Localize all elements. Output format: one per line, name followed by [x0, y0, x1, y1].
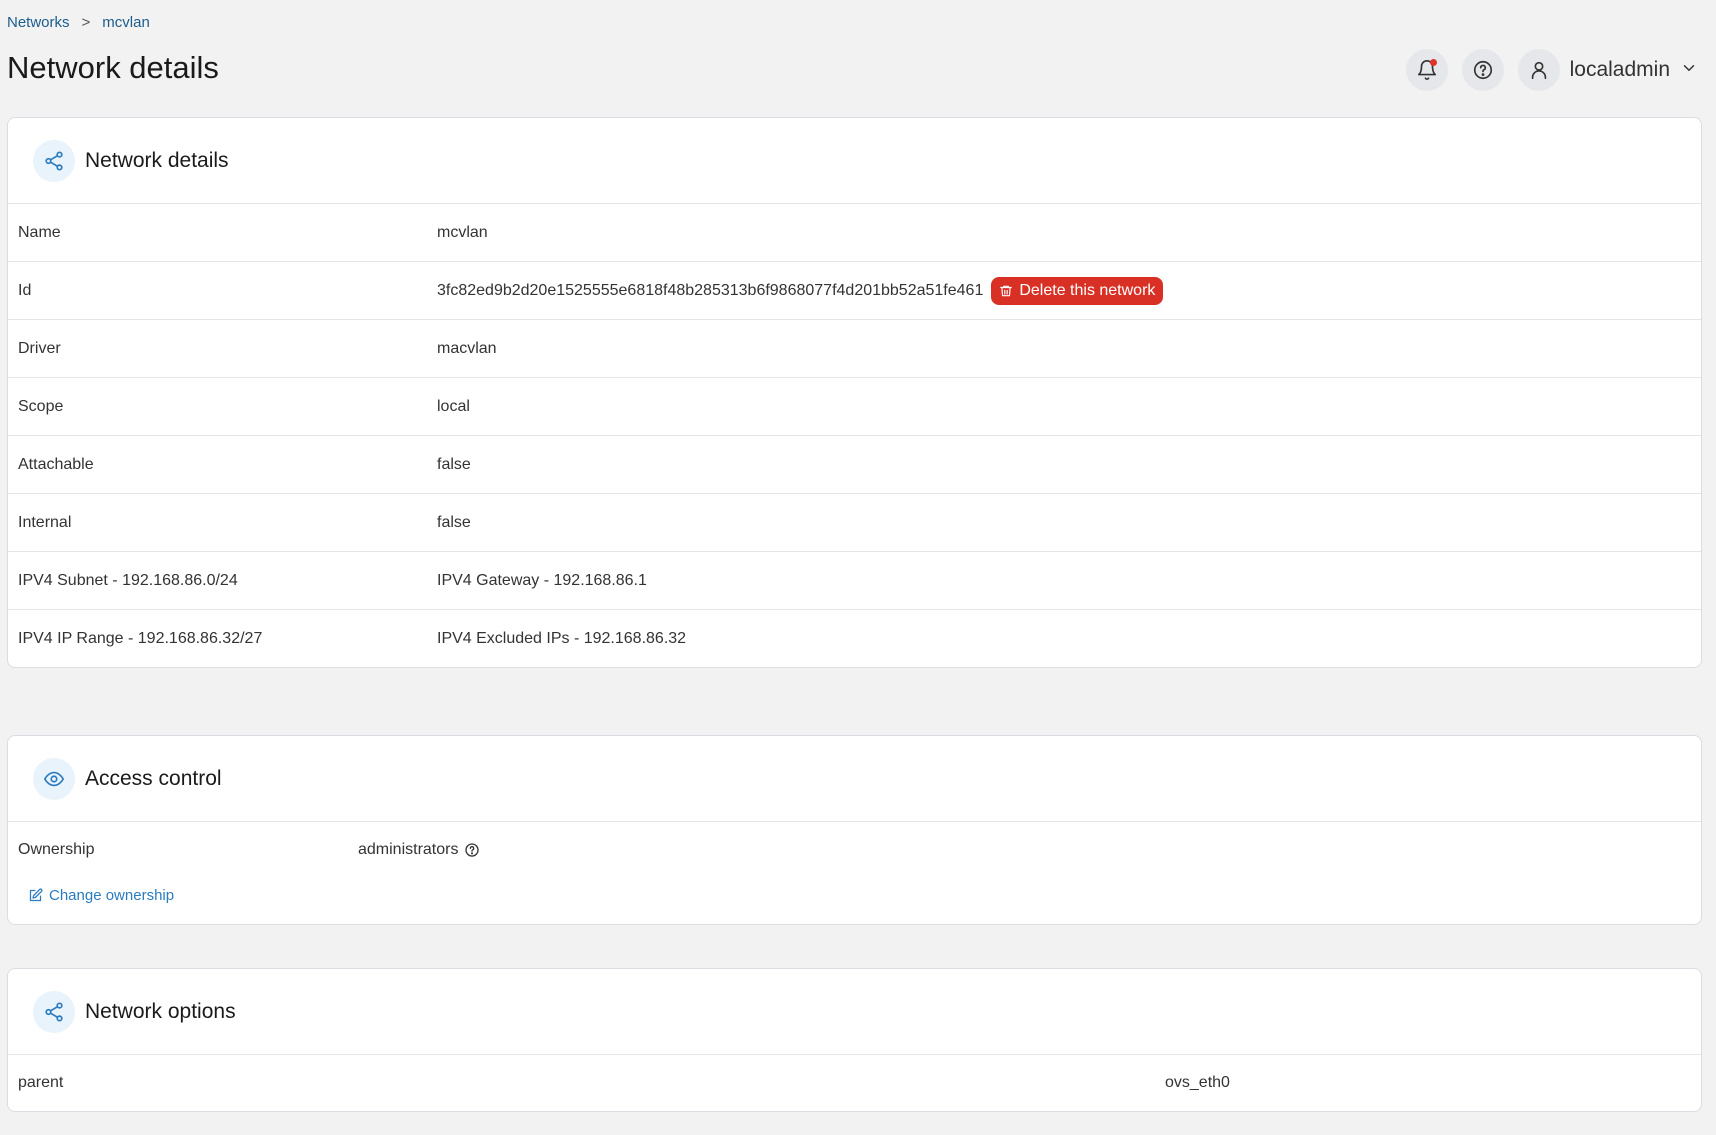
network-id-value: 3fc82ed9b2d20e1525555e6818f48b285313b6f9… — [437, 281, 984, 299]
ownership-value: administrators — [358, 841, 459, 858]
page-title: Network details — [7, 50, 219, 85]
change-ownership-link[interactable]: Change ownership — [28, 878, 1701, 912]
detail-row-ip-range: IPV4 IP Range - 192.168.86.32/27 IPV4 Ex… — [8, 610, 1701, 667]
detail-value: local — [437, 397, 470, 415]
help-icon[interactable] — [464, 842, 480, 858]
card-header: Network details — [8, 118, 1701, 204]
access-control-card: Access control Ownership administrators … — [7, 735, 1702, 925]
eye-icon — [44, 771, 64, 786]
username: localadmin — [1569, 58, 1670, 81]
option-row-parent: parent ovs_eth0 — [8, 1055, 1701, 1111]
detail-row-driver: Driver macvlan — [8, 320, 1701, 378]
detail-row-name: Name mcvlan — [8, 204, 1701, 262]
avatar — [1517, 49, 1560, 91]
detail-value: IPV4 Gateway - 192.168.86.1 — [437, 571, 647, 589]
detail-value: mcvlan — [437, 223, 488, 241]
card-header: Network options — [8, 969, 1701, 1055]
detail-value: false — [437, 455, 471, 473]
detail-value-wrap: 3fc82ed9b2d20e1525555e6818f48b285313b6f9… — [437, 276, 1164, 305]
user-menu[interactable]: localadmin — [1517, 49, 1698, 91]
detail-row-attachable: Attachable false — [8, 436, 1701, 494]
card-icon-wrap — [33, 757, 75, 800]
detail-value: macvlan — [437, 339, 497, 357]
breadcrumb-networks-link[interactable]: Networks — [7, 14, 70, 31]
detail-label: Id — [18, 281, 32, 299]
network-details-card: Network details Name mcvlan Id 3fc82ed9b… — [7, 117, 1702, 668]
card-title: Network details — [85, 148, 229, 172]
chevron-down-icon[interactable] — [1680, 59, 1698, 82]
card-title: Access control — [85, 766, 222, 790]
detail-label: Internal — [18, 513, 72, 531]
help-button[interactable] — [1461, 49, 1504, 91]
delete-network-button[interactable]: Delete this network — [991, 276, 1164, 305]
option-label: parent — [18, 1074, 64, 1091]
share-icon — [45, 150, 63, 171]
edit-icon — [29, 888, 43, 901]
card-title: Network options — [85, 999, 236, 1023]
breadcrumb-separator: > — [81, 14, 91, 31]
card-icon-wrap — [33, 990, 75, 1033]
notification-dot — [1429, 59, 1437, 66]
detail-label: Driver — [18, 339, 61, 357]
delete-network-label: Delete this network — [1019, 281, 1156, 299]
notifications-button[interactable] — [1405, 49, 1448, 91]
breadcrumb: Networks > mcvlan — [7, 14, 150, 31]
ownership-value-wrap: administrators — [358, 841, 480, 859]
card-icon-wrap — [33, 139, 75, 182]
detail-label: Attachable — [18, 455, 94, 473]
option-value: ovs_eth0 — [1165, 1074, 1230, 1091]
card-spacer — [8, 912, 1701, 924]
help-icon — [1473, 60, 1492, 80]
detail-label: IPV4 Subnet - 192.168.86.0/24 — [18, 571, 238, 589]
detail-label: Name — [18, 223, 61, 241]
detail-row-scope: Scope local — [8, 378, 1701, 436]
detail-value: false — [437, 513, 471, 531]
user-icon — [1531, 61, 1546, 80]
detail-label: Scope — [18, 397, 64, 415]
breadcrumb-current-link[interactable]: mcvlan — [102, 14, 150, 31]
detail-row-internal: Internal false — [8, 494, 1701, 552]
detail-row-id: Id 3fc82ed9b2d20e1525555e6818f48b285313b… — [8, 262, 1701, 320]
network-options-card: Network options parent ovs_eth0 — [7, 968, 1702, 1112]
detail-row-subnet: IPV4 Subnet - 192.168.86.0/24 IPV4 Gatew… — [8, 552, 1701, 610]
card-header: Access control — [8, 736, 1701, 822]
detail-value: IPV4 Excluded IPs - 192.168.86.32 — [437, 629, 687, 647]
ownership-row: Ownership administrators — [8, 822, 1701, 878]
ownership-label: Ownership — [18, 841, 95, 858]
share-icon — [45, 1001, 63, 1022]
trash-icon — [1000, 285, 1013, 296]
detail-label: IPV4 IP Range - 192.168.86.32/27 — [18, 629, 263, 647]
header-actions: localadmin — [1405, 49, 1698, 91]
change-ownership-label: Change ownership — [49, 886, 175, 904]
